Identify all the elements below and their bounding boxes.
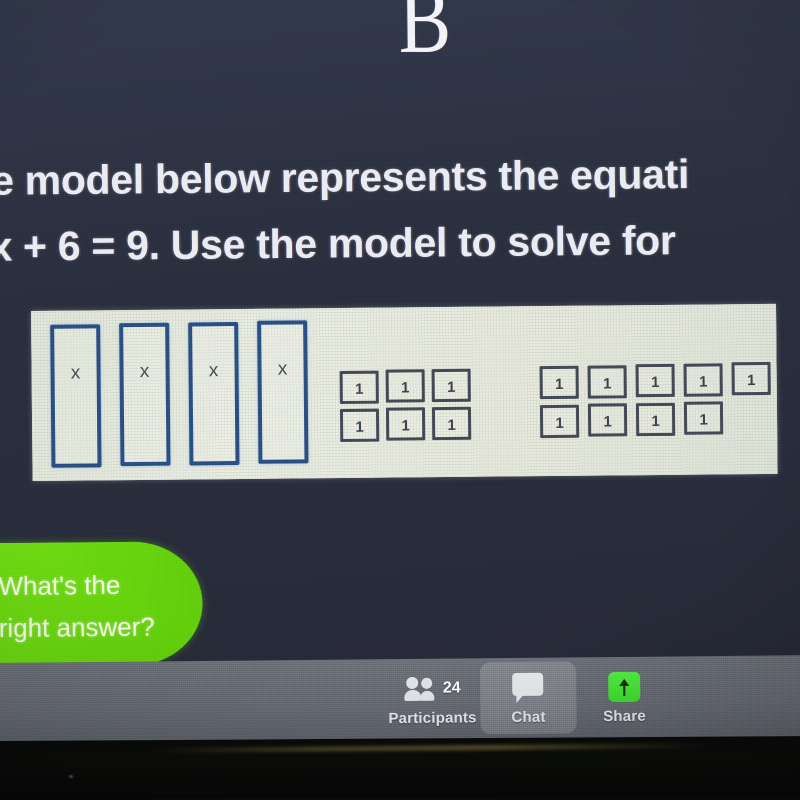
unit-tile: 1 bbox=[587, 365, 627, 399]
unit-tile: 1 bbox=[635, 363, 675, 398]
participants-count: 24 bbox=[442, 679, 461, 697]
x-tile-label: x bbox=[70, 362, 81, 384]
unit-tile-label: 1 bbox=[603, 413, 612, 431]
unit-tile: 1 bbox=[539, 365, 579, 400]
people-icon bbox=[403, 676, 438, 702]
share-label: Share bbox=[603, 707, 646, 726]
chat-icon-wrap bbox=[512, 668, 544, 708]
unit-tile: 1 bbox=[385, 407, 426, 441]
annotation-bubble: What's the right answer? bbox=[0, 541, 204, 668]
unit-tile-label: 1 bbox=[746, 372, 756, 390]
chat-bubble-icon bbox=[512, 672, 544, 703]
unit-tile: 1 bbox=[683, 363, 723, 397]
share-icon-wrap bbox=[608, 667, 641, 707]
x-tile: x bbox=[188, 322, 240, 466]
unit-tile-label: 1 bbox=[447, 378, 456, 397]
toolbar-items: 24 Participants Chat Share bbox=[384, 656, 673, 743]
participants-button[interactable]: 24 Participants bbox=[384, 662, 481, 735]
annotation-bubble-text: What's the right answer? bbox=[0, 563, 229, 649]
x-tile-label: x bbox=[277, 358, 288, 380]
x-tile: x bbox=[257, 320, 309, 464]
unit-tile: 1 bbox=[431, 368, 471, 403]
participants-label: Participants bbox=[388, 709, 477, 728]
unit-tile: 1 bbox=[431, 406, 472, 441]
unit-tile: 1 bbox=[385, 369, 425, 403]
x-tile-label: x bbox=[208, 360, 219, 382]
share-button[interactable]: Share bbox=[576, 660, 673, 733]
unit-tile: 1 bbox=[339, 408, 380, 443]
annotation-line-1: What's the bbox=[0, 569, 121, 601]
unit-tile-label: 1 bbox=[401, 379, 410, 397]
meeting-toolbar: 24 Participants Chat Share bbox=[0, 655, 800, 747]
unit-tile: 1 bbox=[587, 403, 628, 437]
photographed-screen: B he model below represents the equati 4… bbox=[0, 0, 800, 800]
unit-tile-label: 1 bbox=[651, 412, 660, 431]
participants-icon-wrap: 24 bbox=[403, 669, 461, 710]
unit-tile: 1 bbox=[731, 361, 771, 396]
question-line-1: he model below represents the equati bbox=[0, 151, 690, 204]
chat-label: Chat bbox=[511, 708, 546, 727]
unit-tile-label: 1 bbox=[698, 373, 708, 391]
unit-tile: 1 bbox=[635, 402, 676, 437]
x-tile-label: x bbox=[139, 360, 150, 382]
share-arrow-icon bbox=[608, 671, 641, 703]
unit-tile: 1 bbox=[539, 404, 580, 439]
unit-tile-label: 1 bbox=[650, 373, 660, 392]
bezel-speck bbox=[69, 775, 73, 778]
unit-tile-label: 1 bbox=[447, 416, 456, 435]
unit-tile-label: 1 bbox=[355, 418, 364, 436]
question-line-2: 4x + 6 = 9. Use the model to solve for bbox=[0, 217, 676, 270]
unit-tile: 1 bbox=[339, 370, 379, 405]
unit-tile-label: 1 bbox=[355, 380, 364, 398]
unit-tile-label: 1 bbox=[401, 417, 410, 435]
x-tile: x bbox=[50, 324, 102, 468]
question-text: he model below represents the equati 4x … bbox=[0, 140, 800, 280]
algebra-tile-model-panel: x x x x 1 1 1 1 1 1 1 1 1 1 1 1 1 1 1 bbox=[31, 303, 778, 481]
chat-button[interactable]: Chat bbox=[480, 661, 577, 735]
slide-top-letter: B bbox=[397, 0, 452, 73]
unit-tile-label: 1 bbox=[602, 375, 612, 393]
unit-tile-label: 1 bbox=[554, 375, 564, 393]
annotation-line-2: right answer? bbox=[0, 611, 155, 643]
unit-tile: 1 bbox=[683, 401, 724, 435]
unit-tile-label: 1 bbox=[555, 414, 564, 432]
unit-tile-label: 1 bbox=[699, 411, 708, 429]
x-tile: x bbox=[119, 322, 171, 467]
